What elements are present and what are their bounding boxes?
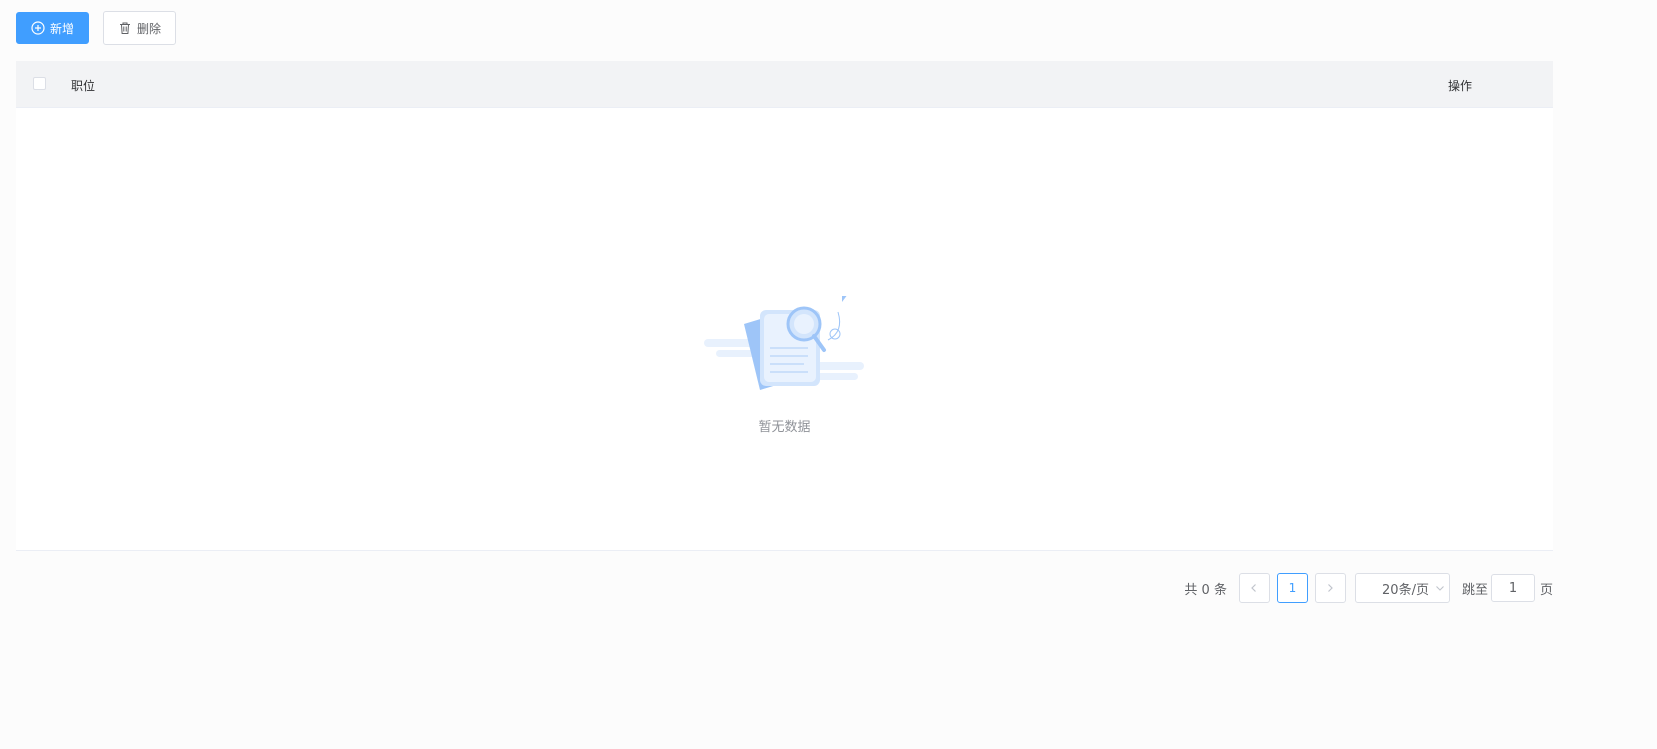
empty-illustration-icon bbox=[704, 296, 864, 390]
add-button[interactable]: 新增 bbox=[16, 12, 89, 44]
empty-text: 暂无数据 bbox=[758, 420, 811, 435]
total-count: 共 0 条 bbox=[1184, 582, 1227, 598]
jump-page-input[interactable] bbox=[1490, 574, 1535, 602]
delete-button[interactable]: 删除 bbox=[103, 11, 176, 45]
plus-circle-icon bbox=[31, 21, 45, 35]
page-number[interactable]: 1 bbox=[1276, 573, 1308, 603]
toolbar: 新增 删除 bbox=[16, 11, 176, 45]
next-page-button[interactable] bbox=[1314, 573, 1346, 603]
pagination: 共 0 条 1 20条/页 跳至 页 bbox=[1184, 573, 1553, 603]
jump-label: 跳至 bbox=[1461, 582, 1488, 598]
add-button-label: 新增 bbox=[50, 21, 75, 36]
prev-page-button[interactable] bbox=[1238, 573, 1270, 603]
page-size-select[interactable]: 20条/页 bbox=[1354, 573, 1450, 603]
delete-button-label: 删除 bbox=[137, 21, 162, 36]
select-all-checkbox[interactable] bbox=[33, 77, 46, 90]
trash-icon bbox=[118, 21, 132, 35]
chevron-right-icon bbox=[1328, 584, 1334, 592]
chevron-down-icon bbox=[1436, 586, 1444, 591]
column-header-actions: 操作 bbox=[1448, 79, 1473, 93]
data-table: 职位 操作 暂无数据 bbox=[16, 61, 1553, 551]
chevron-left-icon bbox=[1251, 584, 1257, 592]
table-header: 职位 操作 bbox=[16, 61, 1553, 108]
page-size-value: 20条/页 bbox=[1382, 582, 1429, 598]
column-header-position: 职位 bbox=[71, 79, 96, 93]
page-suffix: 页 bbox=[1539, 582, 1553, 598]
empty-state: 暂无数据 bbox=[16, 108, 1553, 550]
